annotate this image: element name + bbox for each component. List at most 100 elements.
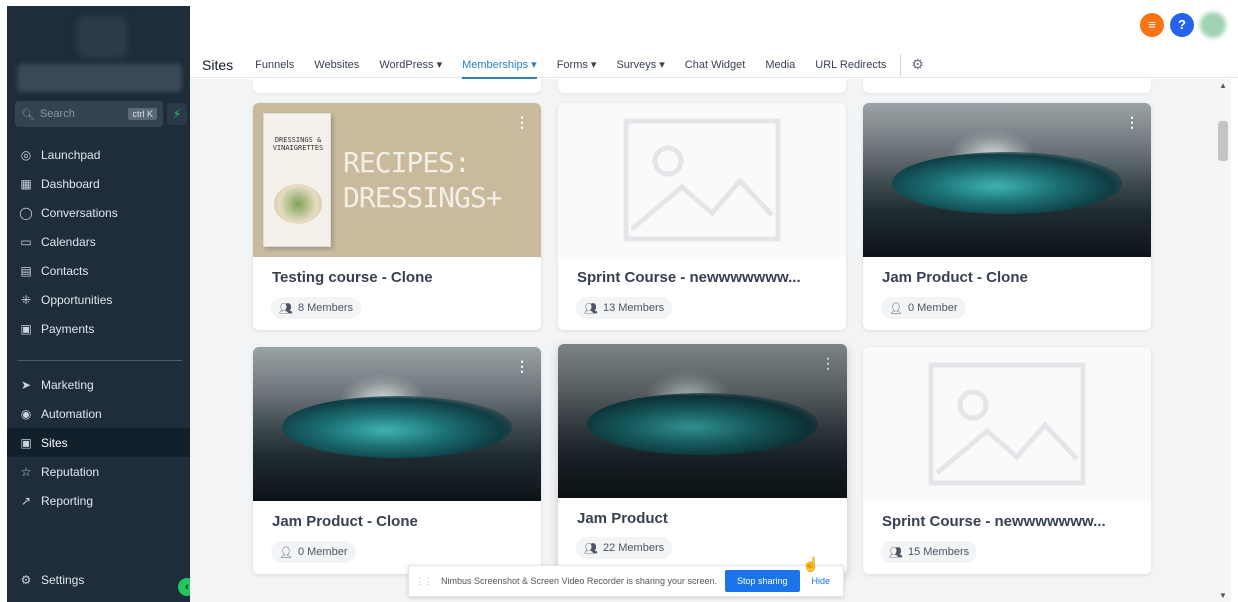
- sidebar-item-sites[interactable]: ▣ Sites: [7, 428, 190, 457]
- users-icon: 👥︎: [889, 546, 903, 559]
- sidebar-item-label: Reporting: [41, 493, 94, 508]
- sidebar-item-dashboard[interactable]: ▦ Dashboard: [7, 169, 190, 198]
- tab-wordpress[interactable]: WordPress ▾: [379, 58, 442, 71]
- book-cover-text: DRESSINGS & VINAIGRETTES: [272, 136, 324, 153]
- members-badge: 👤︎ 0 Member: [271, 541, 356, 563]
- avatar[interactable]: [1200, 12, 1226, 38]
- tab-funnels[interactable]: Funnels: [255, 59, 294, 71]
- search-placeholder: Search: [39, 108, 75, 120]
- card-title: Jam Product: [577, 510, 668, 527]
- sidebar-item-label: Automation: [41, 406, 102, 421]
- sidebar-item-label: Dashboard: [41, 176, 100, 191]
- tab-memberships[interactable]: Memberships ▾: [462, 58, 537, 79]
- more-vertical-icon[interactable]: ⋮: [1125, 115, 1139, 129]
- help-icon: ?: [1178, 17, 1186, 32]
- card-title: Testing course - Clone: [272, 269, 433, 286]
- hide-button[interactable]: Hide: [812, 576, 831, 586]
- members-badge: 👤︎ 0 Member: [881, 297, 966, 319]
- sidebar-item-calendars[interactable]: ▭ Calendars: [7, 227, 190, 256]
- dashboard-icon: ▦: [20, 176, 32, 191]
- send-icon: ➤: [20, 377, 32, 392]
- star-icon: ☆: [20, 464, 32, 479]
- share-message: Nimbus Screenshot & Screen Video Recorde…: [441, 576, 717, 586]
- list-icon: ≡: [1148, 17, 1156, 32]
- sidebar-nav-bottom: ➤ Marketing ◉ Automation ▣ Sites ☆ Reputatio…: [7, 370, 190, 515]
- opportunities-icon: ⁜: [20, 292, 32, 307]
- card-stub: [558, 79, 846, 93]
- product-card[interactable]: DRESSINGS & VINAIGRETTES RECIPES: DRESSI…: [253, 103, 541, 330]
- product-card[interactable]: Sprint Course - newwwwwww... 👥︎ 13 Member…: [558, 103, 846, 330]
- app-window: 🔍︎ Search ctrl K ⚡︎ ◎ Launchpad ▦ Dashboar…: [0, 0, 1238, 602]
- sidebar-item-label: Reputation: [41, 464, 100, 479]
- sites-tabs: Sites Funnels Websites WordPress ▾ Membe…: [202, 50, 924, 79]
- image-placeholder-icon: [928, 362, 1086, 486]
- sidebar-item-label: Launchpad: [41, 147, 101, 162]
- tab-chat-widget[interactable]: Chat Widget: [685, 59, 746, 71]
- scroll-up-icon[interactable]: ▲: [1219, 81, 1227, 90]
- salad-bowl-image: [274, 184, 322, 224]
- tab-url-redirects[interactable]: URL Redirects: [815, 59, 886, 71]
- product-card[interactable]: ⋮ Jam Product - Clone 👤︎ 0 Member: [863, 103, 1151, 330]
- more-vertical-icon[interactable]: ⋮: [515, 359, 529, 373]
- search-input[interactable]: 🔍︎ Search ctrl K: [15, 101, 163, 127]
- scrollbar-thumb[interactable]: [1218, 121, 1228, 161]
- product-card[interactable]: Sprint Course - newwwwwww... 👥︎ 15 Member…: [863, 347, 1151, 574]
- trend-icon: ↗: [20, 493, 32, 508]
- sidebar-item-label: Settings: [41, 572, 85, 587]
- quick-actions-button[interactable]: ⚡︎: [167, 103, 187, 125]
- card-title: Jam Product - Clone: [272, 513, 418, 530]
- product-thumbnail: DRESSINGS & VINAIGRETTES RECIPES: DRESSI…: [253, 103, 541, 257]
- sidebar-item-payments[interactable]: ▣ Payments: [7, 314, 190, 343]
- sidebar-item-contacts[interactable]: ▤ Contacts: [7, 256, 190, 285]
- sidebar-item-label: Marketing: [41, 377, 94, 392]
- user-icon: 👤︎: [889, 302, 903, 315]
- card-stub: [253, 79, 541, 93]
- sidebar-nav-top: ◎ Launchpad ▦ Dashboard ◯ Conversations ▭ Ca…: [7, 140, 190, 343]
- sidebar-item-launchpad[interactable]: ◎ Launchpad: [7, 140, 190, 169]
- users-icon: 👥︎: [584, 542, 598, 555]
- stop-sharing-button[interactable]: Stop sharing: [724, 570, 800, 592]
- chevron-left-icon: ‹: [185, 581, 189, 593]
- sites-settings-gear-icon[interactable]: ⚙: [911, 56, 924, 73]
- gear-icon: ⚙: [20, 572, 32, 587]
- sidebar-item-conversations[interactable]: ◯ Conversations: [7, 198, 190, 227]
- sidebar: 🔍︎ Search ctrl K ⚡︎ ◎ Launchpad ▦ Dashboar…: [7, 6, 196, 602]
- scroll-down-icon[interactable]: ▼: [1219, 591, 1227, 600]
- sidebar-item-label: Opportunities: [41, 292, 113, 307]
- product-card[interactable]: ⋮ Jam Product - Clone 👤︎ 0 Member: [253, 347, 541, 574]
- scrollbar[interactable]: ▲ ▼: [1215, 79, 1231, 602]
- tabs-divider: [900, 53, 902, 76]
- tab-media[interactable]: Media: [765, 59, 795, 71]
- card-title: Sprint Course - newwwwwww...: [882, 513, 1106, 530]
- help-button[interactable]: ?: [1170, 13, 1194, 37]
- agency-logo[interactable]: [77, 16, 127, 58]
- wave-crest: [586, 393, 819, 455]
- thumbnail-headline: RECIPES: DRESSINGS+: [343, 146, 503, 214]
- tab-forms[interactable]: Forms ▾: [557, 58, 597, 71]
- product-thumbnail: [558, 103, 846, 257]
- sidebar-item-settings[interactable]: ⚙ Settings: [7, 565, 190, 594]
- product-card[interactable]: ⋮ Jam Product 👥︎ 22 Members: [558, 344, 847, 574]
- sidebar-item-reporting[interactable]: ↗ Reporting: [7, 486, 190, 515]
- more-vertical-icon[interactable]: ⋮: [821, 356, 835, 370]
- product-thumbnail: ⋮: [558, 344, 847, 498]
- members-badge: 👥︎ 22 Members: [576, 537, 673, 559]
- sidebar-item-marketing[interactable]: ➤ Marketing: [7, 370, 190, 399]
- memberships-grid: DRESSINGS & VINAIGRETTES RECIPES: DRESSI…: [190, 79, 1215, 602]
- drag-handle-icon[interactable]: ⋮⋮: [415, 576, 433, 587]
- tab-surveys[interactable]: Surveys ▾: [616, 58, 664, 71]
- account-switcher[interactable]: [17, 64, 182, 92]
- wave-crest: [281, 396, 513, 458]
- contacts-icon: ▤: [20, 263, 32, 278]
- more-vertical-icon[interactable]: ⋮: [515, 115, 529, 129]
- screen-share-bar: ⋮⋮ Nimbus Screenshot & Screen Video Reco…: [408, 565, 844, 597]
- members-badge: 👥︎ 8 Members: [271, 297, 361, 319]
- sidebar-item-automation[interactable]: ◉ Automation: [7, 399, 190, 428]
- sidebar-item-opportunities[interactable]: ⁜ Opportunities: [7, 285, 190, 314]
- user-icon: 👤︎: [279, 546, 293, 559]
- sidebar-item-reputation[interactable]: ☆ Reputation: [7, 457, 190, 486]
- sidebar-divider: [17, 360, 182, 361]
- changelog-button[interactable]: ≡: [1140, 13, 1164, 37]
- tab-websites[interactable]: Websites: [314, 59, 359, 71]
- top-right-actions: ≡ ?: [1140, 12, 1226, 38]
